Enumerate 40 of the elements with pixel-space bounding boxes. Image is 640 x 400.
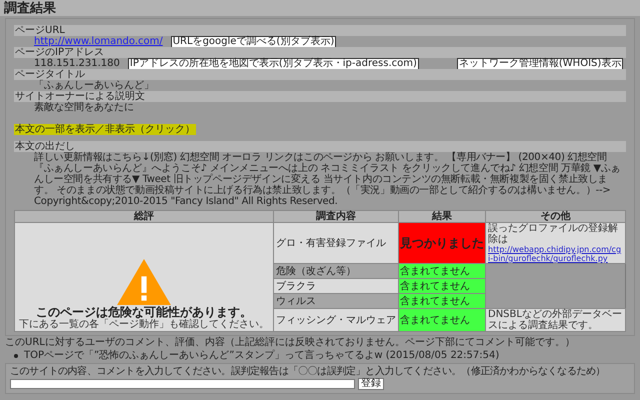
excerpt-text: 詳しい更新情報はこちら↓(別窓) 幻想空間 オーロラ リンクはこのページから お願いします。 【専用バナー】 (200×40) 幻想空間『ふぁんしーあいらんど』へようこそ♪ メインメニューへは上の ネコミミイラスト をクリックして進んでね♪ 幻想空間 万華鏡 ▼ふぁんしー空間を共有する▼ Tweet 旧トップページデザインに変える 当サイト内のコンテンツの無断転載・無断複製を固く禁止致します。 そのままの状態で動画投稿サイトに上げる行為は禁止致します。（「実況」動画の一部として紹介するのは構いません。）--> Copyright&copy;2010-2015 "Fancy Island" All Rights Reserved. xyxy=(33,152,622,207)
check-item: ブラクラ xyxy=(274,278,398,294)
check-result: 見つかりました xyxy=(398,222,486,264)
field-label: サイトオーナーによる説明文 xyxy=(15,91,145,102)
column-header: 結果 xyxy=(398,210,486,222)
column-header: 調査内容 xyxy=(274,210,398,222)
check-result: 含まれてません xyxy=(398,308,486,332)
comment-input[interactable] xyxy=(10,379,355,389)
field-label: ページのIPアドレス xyxy=(15,47,104,58)
lookup-button[interactable]: URLをgoogleで調べる(別タブ表示) xyxy=(170,36,336,48)
submit-button[interactable]: 登録 xyxy=(358,378,384,390)
check-result: 含まれてません xyxy=(398,294,486,308)
comment-text: TOPページで「”恐怖のふぁんしーあいらんど”スタンプ」って言っちゃてるよw (2015/08/05 22:57:54) xyxy=(24,350,500,361)
field-label: 本文の出だし xyxy=(15,141,75,152)
bullet-icon xyxy=(14,354,18,358)
check-item: グロ・有害登録ファイル xyxy=(274,222,398,264)
field-value: 118.151.231.180 xyxy=(34,58,120,69)
note-cell: DNSBLなどの外部データベースによる調査結果です。 xyxy=(486,308,626,332)
lookup-button[interactable]: IPアドレスの所在地を地図で表示(別タブ表示・ip-adress.com) xyxy=(128,58,419,70)
lookup-button[interactable]: ネットワーク管理情報(WHOIS)表示 xyxy=(456,58,624,70)
field-label: ページタイトル xyxy=(15,69,85,80)
page-title: 調査結果 xyxy=(4,0,56,16)
check-result: 含まれてません xyxy=(398,278,486,294)
check-item: フィッシング・マルウェア xyxy=(274,308,398,332)
warning-headline: このページは危険な可能性があります。 xyxy=(36,305,252,319)
field-value: 素敵な空間をあなたに xyxy=(34,102,134,113)
field-label: ページURL xyxy=(15,25,65,36)
warning-icon xyxy=(117,259,171,305)
checker-link[interactable]: http://webapp.chidipy.jpn.com/cgi-bin/guroflechk/guroflechk.py xyxy=(488,245,623,263)
check-result: 含まれてません xyxy=(398,264,486,278)
excerpt-toggle[interactable]: 本文の一部を表示／非表示（クリック） xyxy=(14,124,196,135)
comment-prompt: このサイトの内容、コメントを入力してください。誤判定報告は「〇〇は誤判定」と入力してください。（修正済かわからなくなるため） xyxy=(10,366,606,377)
check-item: ウィルス xyxy=(274,294,398,308)
warning-note: 下にある一覧の各「ページ動作」も確認してください。 xyxy=(19,319,269,331)
column-header: 総評 xyxy=(14,210,274,222)
comments-heading: このURLに対するユーザのコメント、評価、内容（上記総評には反映されておりません。ページ下部にてコメント可能です。） xyxy=(4,337,576,348)
field-value: 「ふぁんしーあいらんど」 xyxy=(34,80,154,91)
note-cell: 誤ったグロファイルの登録解除は http://webapp.chidipy.jpn.com/cgi-bin/guroflechk/guroflechk.py xyxy=(486,222,626,264)
column-header: その他 xyxy=(486,210,626,222)
check-item: 危険（改ざん等） xyxy=(274,264,398,278)
